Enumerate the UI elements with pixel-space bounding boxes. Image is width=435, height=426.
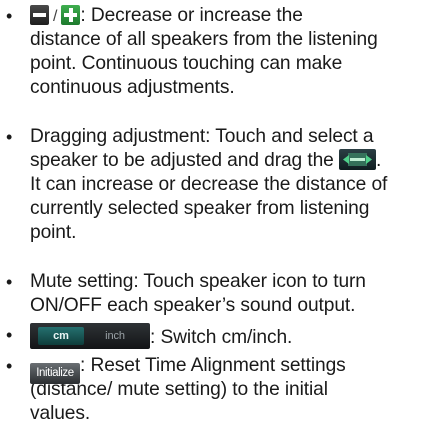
item-text-line: It can increase or decrease the distance… [30, 174, 388, 195]
initialize-button-icon: Initialize [30, 363, 80, 384]
item-text-line: distance of all speakers from the listen… [30, 29, 378, 50]
unit-toggle-icon: cm inch [30, 323, 150, 349]
drag-handle-icon [338, 149, 376, 170]
unit-inch-option: inch [105, 330, 125, 342]
item-text-line: . [375, 150, 382, 171]
unit-cm-option: cm [38, 327, 84, 345]
plus-button-icon [61, 5, 81, 25]
bullet: • [6, 6, 13, 26]
item-text-line: currently selected speaker from listenin… [30, 198, 370, 219]
bullet: • [6, 356, 13, 376]
item-text-line: point. Continuous touching can make [30, 53, 343, 74]
slash-separator: / [53, 8, 58, 25]
item-text-line: : Reset Time Alignment settings [80, 355, 346, 376]
minus-button-icon [30, 5, 49, 25]
item-text-line: point. [30, 222, 77, 243]
bullet: • [6, 325, 13, 345]
item-text-line: (distance/ mute setting) to the initial [30, 379, 328, 400]
bullet: • [6, 272, 13, 292]
bullet: • [6, 127, 13, 147]
instruction-list: • / : Decrease or increase the distance o… [0, 0, 435, 424]
item-text-line: values. [30, 403, 91, 424]
item-text-line: continuous adjustments. [30, 77, 235, 98]
item-text-line: : Switch cm/inch. [150, 327, 293, 348]
item-text-line: : Decrease or increase the [80, 5, 303, 26]
item-text-line: speaker to be adjusted and drag the [30, 150, 334, 171]
item-text-line: ON/OFF each speaker’s sound output. [30, 295, 356, 316]
item-text-line: Mute setting: Touch speaker icon to turn [30, 271, 366, 292]
item-text-line: Dragging adjustment: Touch and select a [30, 126, 374, 147]
